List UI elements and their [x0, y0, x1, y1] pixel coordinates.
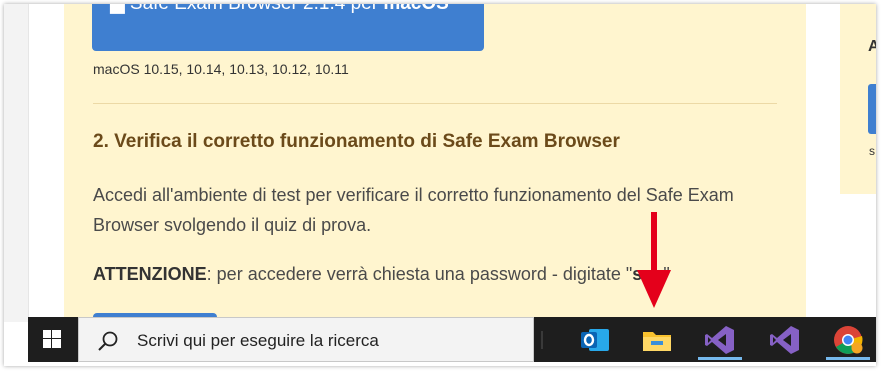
start-button[interactable]: [28, 317, 76, 362]
windows-taskbar: Scrivi qui per eseguire la ricerca: [28, 317, 876, 362]
screenshot-frame: ▆ Safe Exam Browser 2.1.4 per macOS macO…: [4, 4, 876, 366]
visual-studio-icon[interactable]: [703, 323, 737, 357]
warning-label: ATTENZIONE: [93, 264, 207, 284]
taskbar-separator: [541, 331, 543, 349]
outlook-icon[interactable]: [578, 323, 612, 357]
side-card-text: s: [869, 144, 875, 158]
search-icon: [98, 331, 118, 351]
side-card-heading: A: [868, 38, 876, 55]
taskbar-search-box[interactable]: Scrivi qui per eseguire la ricerca: [78, 317, 534, 362]
side-card-button[interactable]: [868, 84, 876, 134]
section-divider: [93, 103, 777, 104]
file-explorer-icon[interactable]: [640, 323, 674, 357]
chrome-icon[interactable]: [831, 323, 865, 357]
side-card: A s: [840, 4, 876, 194]
active-indicator: [698, 357, 742, 360]
macos-versions-text: macOS 10.15, 10.14, 10.13, 10.12, 10.11: [93, 61, 349, 77]
download-button-os: macOS: [383, 4, 448, 14]
windows-logo-icon: [43, 330, 61, 348]
step-2-title: 2. Verifica il corretto funzionamento di…: [93, 131, 620, 152]
visual-studio-icon[interactable]: [768, 323, 802, 357]
red-arrow-icon: [637, 212, 671, 308]
warning-text: : per accedere verrà chiesta una passwor…: [206, 264, 633, 284]
warning-line: ATTENZIONE: per accedere verrà chiesta u…: [93, 264, 670, 285]
page-scrollbar[interactable]: [4, 4, 29, 322]
download-icon: ▆: [110, 4, 130, 14]
search-placeholder: Scrivi qui per eseguire la ricerca: [137, 331, 379, 350]
download-macos-button[interactable]: ▆ Safe Exam Browser 2.1.4 per macOS: [92, 4, 484, 51]
active-indicator: [826, 357, 870, 360]
download-button-label: Safe Exam Browser 2.1.4 per: [130, 4, 383, 14]
